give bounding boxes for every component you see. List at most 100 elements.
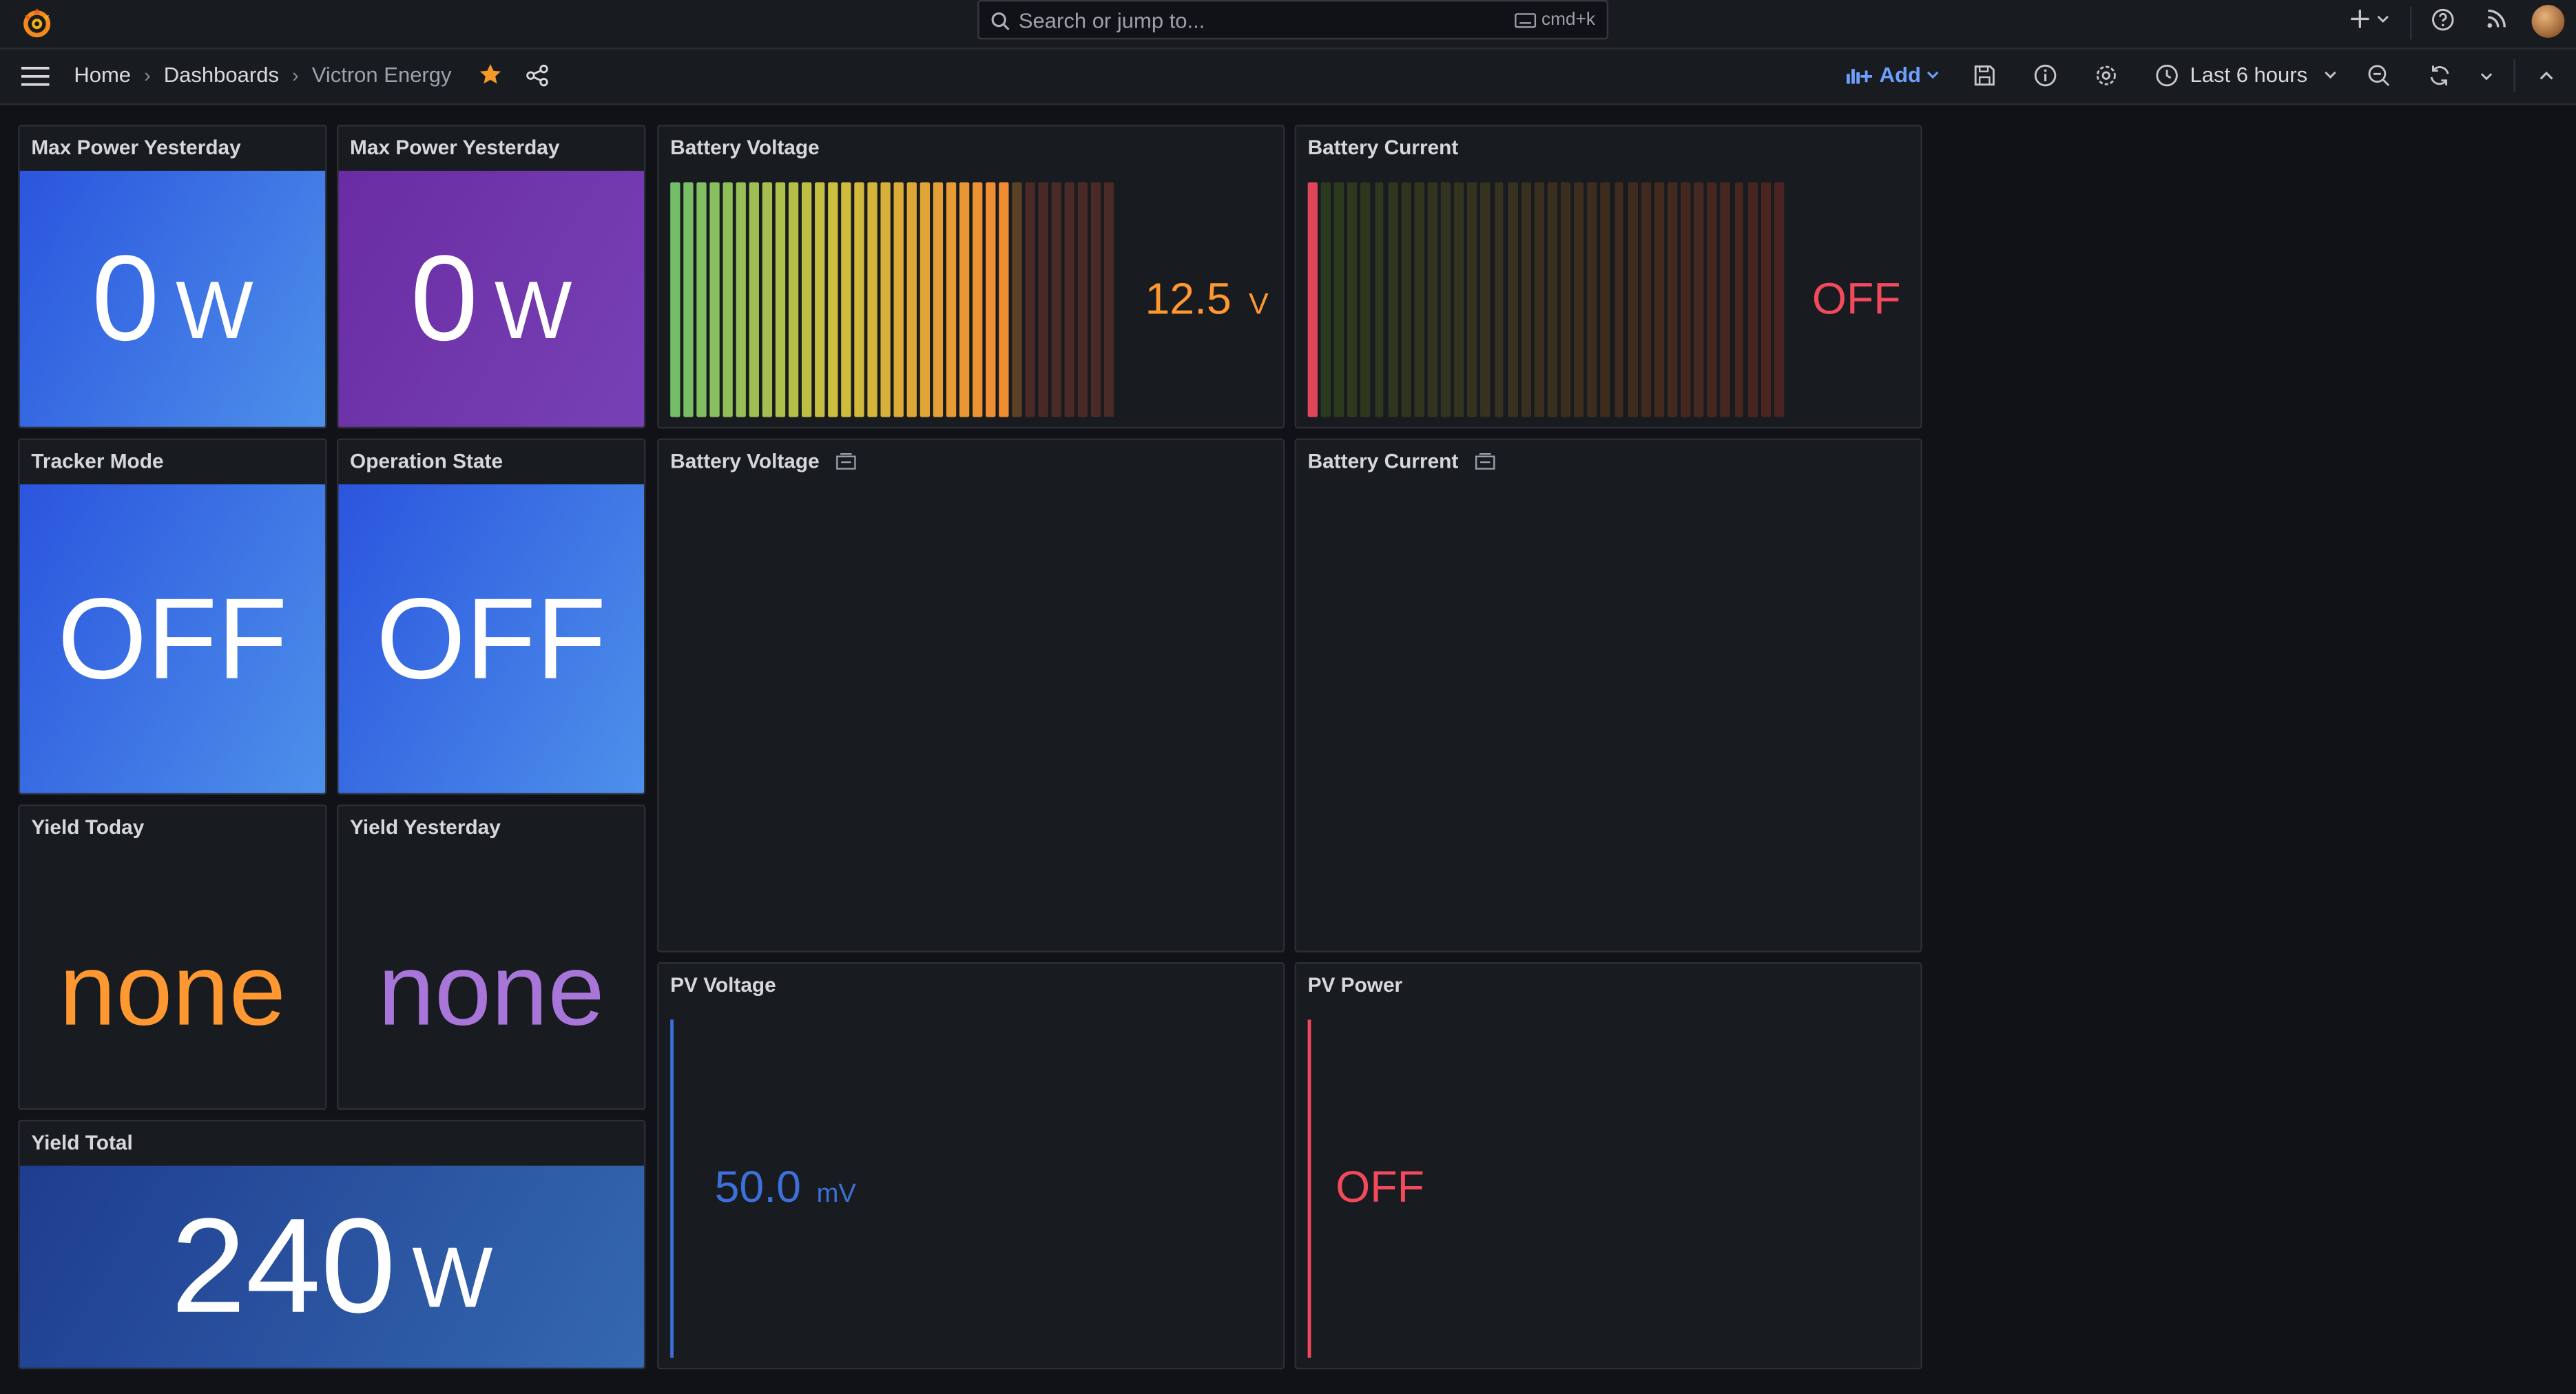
search-shortcut: cmd+k [1515,10,1595,30]
refresh-icon[interactable] [2428,64,2451,87]
gauge-segment [1307,182,1318,417]
panel-title: Tracker Mode [31,450,164,473]
panel-title: Operation State [350,450,503,473]
menu-icon[interactable] [21,65,50,87]
yield-total-panel[interactable]: Yield Total 240 W [18,1119,646,1370]
clock-icon [2156,63,2178,86]
gear-icon[interactable] [2095,64,2117,87]
time-range-picker[interactable]: Last 6 hours [2155,63,2337,87]
help-button[interactable] [2431,8,2454,31]
gauge-segment [906,182,917,417]
keyboard-icon [1515,12,1537,28]
stat-value-box: none [20,872,326,1108]
plus-icon [2351,10,2369,28]
gauge-segment [1747,182,1758,417]
gauge-segment [933,182,943,417]
gauge-segment [1734,182,1744,417]
user-avatar[interactable] [2531,5,2565,38]
battery-current-gauge [1307,182,1787,417]
yield-today-panel[interactable]: Yield Today none [18,804,327,1110]
value-bar [670,1019,674,1358]
pv-voltage-panel[interactable]: PV Voltage 50.0 mV [657,962,1285,1370]
yield-yesterday-panel[interactable]: Yield Yesterday none [336,804,646,1110]
gauge-segment [828,182,838,417]
stat-value: 240 [171,1191,396,1341]
pv-power-panel[interactable]: PV Power OFF [1294,962,1922,1370]
grafana-logo-icon[interactable] [20,5,54,39]
stat-value-box: OFF [19,484,326,793]
battery-current-gauge-panel[interactable]: Battery Current OFF [1294,125,1922,429]
gauge-segment [1038,182,1048,417]
gauge-segment [1401,182,1411,417]
gauge-value: 12.5 V [1145,274,1268,325]
gauge-segment [867,182,877,417]
gauge-segment [999,182,1009,417]
news-button[interactable] [2486,8,2507,30]
stat-value: none [377,933,605,1047]
gauge-segment [1012,182,1022,417]
gauge-segment [1427,182,1437,417]
breadcrumb-home[interactable]: Home [74,63,131,87]
gauge-segment [1694,182,1704,417]
gauge-segment [1454,182,1464,417]
breadcrumb-dashboards[interactable]: Dashboards [164,63,279,87]
panel-title: Yield Total [31,1131,133,1154]
new-menu-button[interactable] [2349,8,2391,30]
battery-voltage-gauge-panel[interactable]: Battery Voltage 12.5 V [657,125,1285,429]
topbar-divider [2410,6,2412,40]
panel-title: Max Power Yesterday [31,136,241,160]
info-icon[interactable] [2034,64,2057,87]
gauge-segment [1601,182,1611,417]
operation-state-panel[interactable]: Operation State OFF [336,438,646,795]
tracker-mode-panel[interactable]: Tracker Mode OFF [18,438,327,795]
star-icon[interactable] [478,63,503,87]
panel-title: Battery Current [1307,136,1459,160]
gauge-segment [1494,182,1504,417]
stat-value: 0 [92,229,160,366]
search-icon [991,12,1010,31]
gauge-segment [736,182,746,417]
gauge-segment [1760,182,1771,417]
gauge-segment [1051,182,1061,417]
stat-value-unit: mV [816,1180,856,1209]
battery-voltage-gauge [670,182,1117,417]
battery-current-chart-panel[interactable]: Battery Current 0 A500 mA1 A1.5 A2 A15:0… [1294,438,1922,953]
top-bar: Search or jump to... cmd+k [0,0,2576,50]
breadcrumb-separator: › [292,63,299,87]
add-panel-button[interactable]: Add [1846,63,1941,87]
zoom-out-icon[interactable] [2367,64,2390,87]
stat-unit: W [176,264,253,357]
max-power-yesterday-panel[interactable]: Max Power Yesterday 0 W [336,125,646,429]
breadcrumb-current: Victron Energy [311,62,452,87]
add-panel-icon [1846,67,1872,83]
panel-title: Yield Today [31,815,145,840]
help-icon [2432,8,2454,31]
stat-value-box: OFF [338,484,644,793]
chevron-down-icon [2324,71,2336,79]
gauge-value-number: 12.5 [1145,274,1232,324]
breadcrumb: Home › Dashboards › Victron Energy [74,63,548,87]
share-icon[interactable] [526,63,548,86]
gauge-segment [893,182,904,417]
gauge-segment [801,182,811,417]
gauge-segment [986,182,995,417]
gauge-segment [709,182,720,417]
gauge-segment [670,182,680,417]
gauge-segment [841,182,851,417]
search-input[interactable]: Search or jump to... cmd+k [977,0,1609,40]
gauge-segment [1077,182,1088,417]
gauge-segment [854,182,864,417]
gauge-segment [1374,182,1384,417]
gauge-segment [1561,182,1571,417]
gauge-segment [1025,182,1035,417]
search-placeholder: Search or jump to... [1018,8,1205,33]
save-icon[interactable] [1973,64,1996,87]
battery-current-chart: 0 A500 mA1 A1.5 A2 A15:0016:0017:0018:00… [1296,440,1922,953]
max-power-yesterday-panel[interactable]: Max Power Yesterday 0 W [18,125,327,429]
chevron-down-icon[interactable] [2479,69,2493,83]
gauge-segment [1641,182,1651,417]
battery-voltage-chart-panel[interactable]: Battery Voltage 10 V15 V20 V25 V30 V35 V… [657,438,1285,953]
gauge-segment [1441,182,1451,417]
stat-value: OFF [1336,1162,1424,1212]
chevron-up-icon[interactable] [2538,67,2555,84]
